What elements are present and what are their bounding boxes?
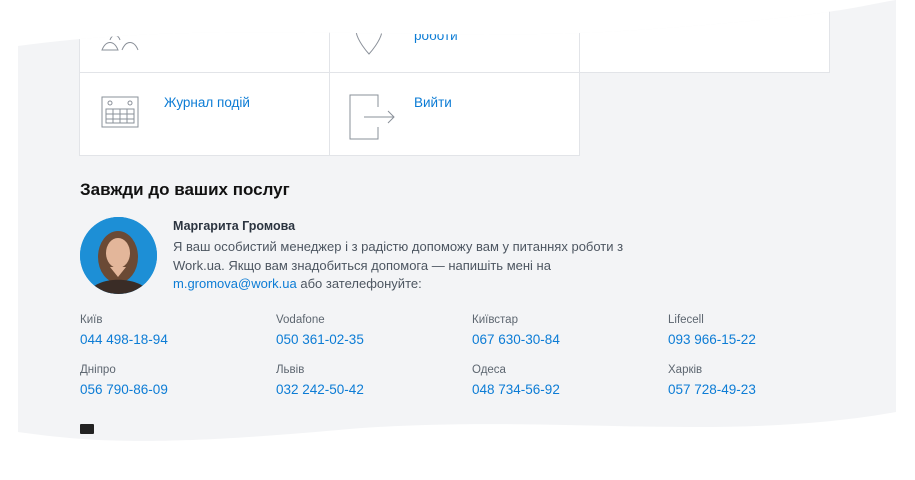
contacts-grid: Київ 044 498-18-94 Vodafone 050 361-02-3… — [80, 312, 880, 400]
contact-phone-link[interactable]: 044 498-18-94 — [80, 330, 276, 350]
contact-label: Lifecell — [668, 314, 704, 326]
calendar-icon — [98, 93, 146, 141]
location-pin-icon — [348, 10, 396, 58]
contact-label: Львів — [276, 364, 305, 376]
menu-item-journal-label: Журнал подій — [164, 95, 250, 110]
menu-item-users[interactable]: Користувачі — [79, 0, 330, 73]
menu-item-logout[interactable]: Вийти — [329, 72, 580, 156]
manager-photo — [80, 217, 157, 294]
contact-phone-link[interactable]: 050 361-02-35 — [276, 330, 472, 350]
logout-icon — [348, 93, 396, 141]
contact-phone-link[interactable]: 067 630-30-84 — [472, 330, 668, 350]
menu-item-journal[interactable]: Журнал подій — [79, 72, 330, 156]
account-menu-grid: Користувачі роботи Журнал подій Вийти — [80, 0, 830, 156]
cut-off-heading-fragment — [80, 424, 94, 434]
contact-item: Vodafone 050 361-02-35 — [276, 312, 472, 350]
menu-item-empty — [579, 0, 830, 73]
contact-label: Одеса — [472, 364, 506, 376]
contact-phone-link[interactable]: 057 728-49-23 — [668, 380, 864, 400]
contact-label: Дніпро — [80, 364, 116, 376]
contact-phone-link[interactable]: 032 242-50-42 — [276, 380, 472, 400]
contact-phone-link[interactable]: 093 966-15-22 — [668, 330, 864, 350]
contact-label: Харків — [668, 364, 703, 376]
menu-item-work-label: роботи — [414, 28, 458, 43]
contact-item: Львів 032 242-50-42 — [276, 362, 472, 400]
menu-grid-spacer — [579, 72, 830, 156]
menu-item-work[interactable]: роботи — [329, 0, 580, 73]
users-icon — [98, 10, 146, 58]
manager-message: Я ваш особистий менеджер і з радістю доп… — [173, 238, 643, 294]
menu-item-users-label: Користувачі — [164, 12, 239, 27]
contact-label: Vodafone — [276, 314, 325, 326]
contact-item: Одеса 048 734-56-92 — [472, 362, 668, 400]
contact-phone-link[interactable]: 048 734-56-92 — [472, 380, 668, 400]
contact-item: Київ 044 498-18-94 — [80, 312, 276, 350]
contact-item: Київстар 067 630-30-84 — [472, 312, 668, 350]
contact-label: Київ — [80, 314, 103, 326]
section-title: Завжди до ваших послуг — [80, 180, 290, 199]
contact-label: Київстар — [472, 314, 518, 326]
manager-avatar — [80, 217, 157, 294]
manager-email-link[interactable]: m.gromova@work.ua — [173, 276, 297, 291]
contact-item: Харків 057 728-49-23 — [668, 362, 864, 400]
manager-message-text: Я ваш особистий менеджер і з радістю доп… — [173, 239, 624, 273]
manager-message-tail: або зателефонуйте: — [296, 276, 422, 291]
manager-name: Маргарита Громова — [173, 219, 296, 233]
contact-phone-link[interactable]: 056 790-86-09 — [80, 380, 276, 400]
contact-item: Дніпро 056 790-86-09 — [80, 362, 276, 400]
menu-item-logout-label: Вийти — [414, 95, 452, 110]
contact-item: Lifecell 093 966-15-22 — [668, 312, 864, 350]
